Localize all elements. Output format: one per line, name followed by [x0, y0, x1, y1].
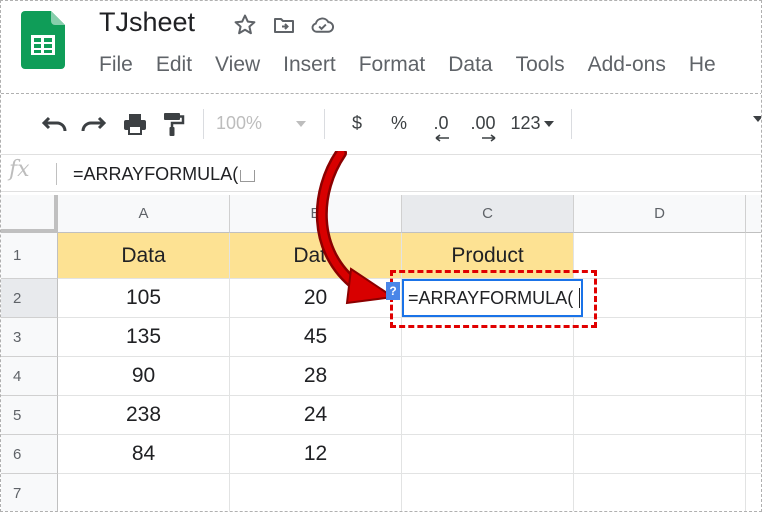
cell-e1[interactable]	[746, 233, 761, 279]
chevron-down-icon	[543, 120, 554, 127]
column-header-e[interactable]	[746, 195, 761, 233]
cell-c5[interactable]	[402, 396, 574, 435]
cell-e3[interactable]	[746, 318, 761, 357]
cell-b5[interactable]: 24	[230, 396, 402, 435]
more-formats-label: 123	[510, 113, 541, 133]
print-icon[interactable]	[115, 106, 155, 142]
paint-format-icon[interactable]	[155, 106, 191, 142]
menu-view[interactable]: View	[215, 53, 260, 77]
cell-b4[interactable]: 28	[230, 357, 402, 396]
row-header-5[interactable]: 5	[1, 396, 58, 435]
cell-b7[interactable]	[230, 474, 402, 511]
cell-e6[interactable]	[746, 435, 761, 474]
cloud-saved-icon[interactable]	[310, 12, 335, 37]
currency-format-button[interactable]: $	[337, 106, 377, 142]
title-actions	[232, 12, 335, 37]
column-header-a[interactable]: A	[58, 195, 230, 233]
undo-icon[interactable]	[39, 106, 71, 142]
cell-d7[interactable]	[574, 474, 746, 511]
move-to-folder-icon[interactable]	[271, 12, 296, 37]
cell-e2[interactable]	[746, 279, 761, 318]
active-cell-editor[interactable]: =ARRAYFORMULA(	[402, 279, 583, 317]
menu-tools[interactable]: Tools	[516, 53, 565, 77]
menu-insert[interactable]: Insert	[283, 53, 336, 77]
menu-edit[interactable]: Edit	[156, 53, 192, 77]
cell-d6[interactable]	[574, 435, 746, 474]
menu-help[interactable]: He	[689, 53, 716, 77]
column-header-c[interactable]: C	[402, 195, 574, 233]
formula-bar-divider	[56, 163, 57, 185]
app-header: TJsheet File Edit View Insert Format Dat…	[1, 1, 761, 93]
zoom-select[interactable]: 100%	[216, 106, 312, 142]
cell-e5[interactable]	[746, 396, 761, 435]
text-caret	[579, 288, 581, 308]
increase-decimal-label: .00	[470, 113, 496, 133]
cell-c4[interactable]	[402, 357, 574, 396]
cell-e7[interactable]	[746, 474, 761, 511]
active-cell-text: =ARRAYFORMULA(	[408, 287, 574, 308]
screenshot-frame: TJsheet File Edit View Insert Format Dat…	[0, 0, 762, 512]
redo-icon[interactable]	[71, 106, 115, 142]
more-formats-select[interactable]: 123	[505, 106, 559, 142]
cell-d4[interactable]	[574, 357, 746, 396]
cell-d1[interactable]	[574, 233, 746, 279]
cell-a5[interactable]: 238	[58, 396, 230, 435]
row-header-7[interactable]: 7	[1, 474, 58, 511]
row-header-6[interactable]: 6	[1, 435, 58, 474]
percent-format-button[interactable]: %	[377, 106, 421, 142]
cell-b3[interactable]: 45	[230, 318, 402, 357]
cell-c6[interactable]	[402, 435, 574, 474]
toolbar: 100% $ % .0 .00 123	[1, 93, 762, 153]
menu-add-ons[interactable]: Add-ons	[588, 53, 666, 77]
toolbar-divider	[324, 108, 325, 139]
toolbar-divider	[571, 108, 572, 139]
cell-c7[interactable]	[402, 474, 574, 511]
formula-cursor	[240, 170, 256, 182]
toolbar-divider	[203, 108, 204, 139]
cell-a1[interactable]: Data	[58, 233, 230, 279]
cell-d2[interactable]	[574, 279, 746, 318]
menu-bar: File Edit View Insert Format Data Tools …	[99, 53, 739, 77]
star-icon[interactable]	[232, 12, 257, 37]
sheets-logo-icon[interactable]	[21, 11, 65, 69]
cell-a6[interactable]: 84	[58, 435, 230, 474]
formula-input[interactable]: =ARRAYFORMULA(	[73, 164, 256, 185]
document-title[interactable]: TJsheet	[99, 7, 195, 38]
cell-a7[interactable]	[58, 474, 230, 511]
formula-text: =ARRAYFORMULA(	[73, 164, 239, 184]
row-header-3[interactable]: 3	[1, 318, 58, 357]
zoom-value: 100%	[216, 113, 263, 133]
menu-data[interactable]: Data	[448, 53, 492, 77]
cell-a4[interactable]: 90	[58, 357, 230, 396]
arrow-right-icon	[482, 133, 496, 142]
cell-e4[interactable]	[746, 357, 761, 396]
row-header-2[interactable]: 2	[1, 279, 58, 318]
row-header-1[interactable]: 1	[1, 233, 58, 279]
fx-icon: fx	[9, 157, 30, 182]
toolbar-overflow-chevron-icon[interactable]	[753, 116, 762, 122]
arrow-left-icon	[435, 133, 449, 142]
increase-decimal-button[interactable]: .00	[461, 106, 505, 142]
cell-a3[interactable]: 135	[58, 318, 230, 357]
column-header-d[interactable]: D	[574, 195, 746, 233]
decrease-decimal-label: .0	[433, 113, 449, 133]
cell-d5[interactable]	[574, 396, 746, 435]
row-header-4[interactable]: 4	[1, 357, 58, 396]
chevron-down-icon	[296, 120, 306, 127]
menu-file[interactable]: File	[99, 53, 133, 77]
cell-b6[interactable]: 12	[230, 435, 402, 474]
select-all-corner[interactable]	[1, 195, 58, 233]
cell-a2[interactable]: 105	[58, 279, 230, 318]
menu-format[interactable]: Format	[359, 53, 426, 77]
decrease-decimal-button[interactable]: .0	[421, 106, 461, 142]
formula-help-chip[interactable]: ?	[386, 282, 400, 300]
cell-d3[interactable]	[574, 318, 746, 357]
